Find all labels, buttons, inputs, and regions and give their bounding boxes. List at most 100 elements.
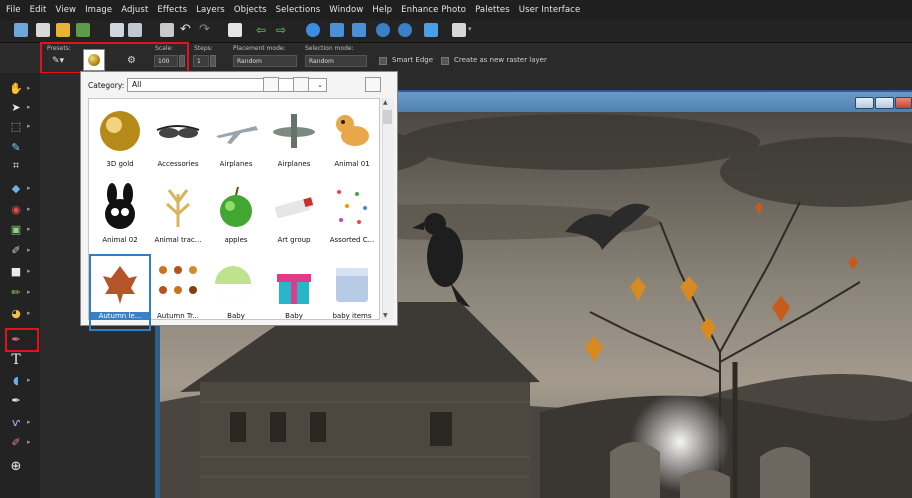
- preset-item[interactable]: Animal trac...: [149, 180, 207, 253]
- tool-flyout-arrow-icon[interactable]: ▸: [27, 268, 33, 275]
- layout-dropdown-arrow-icon[interactable]: ▾: [468, 25, 472, 33]
- raster-layer-checkbox[interactable]: [441, 57, 449, 65]
- paint-tube-icon: [274, 197, 314, 219]
- add-tool-icon[interactable]: ⊕: [9, 459, 23, 474]
- menu-item-image[interactable]: Image: [85, 5, 112, 15]
- preset-item[interactable]: Art group: [265, 180, 323, 253]
- zoom-in-icon[interactable]: [376, 23, 390, 37]
- gold-sphere-icon: [100, 111, 140, 151]
- red-eye-tool-icon[interactable]: ◉: [9, 202, 23, 216]
- new-file-icon[interactable]: [14, 23, 28, 37]
- menu-item-window[interactable]: Window: [329, 5, 363, 15]
- preset-item-label: Baby: [285, 312, 303, 320]
- tool-flyout-arrow-icon[interactable]: ▸: [27, 185, 33, 192]
- open-folder-icon[interactable]: [56, 23, 70, 37]
- save-as-icon[interactable]: [128, 23, 142, 37]
- save-icon[interactable]: [110, 23, 124, 37]
- menu-item-layers[interactable]: Layers: [196, 5, 225, 15]
- tool-flyout-arrow-icon[interactable]: ▸: [27, 247, 33, 254]
- preset-item[interactable]: Autumn Tr...: [149, 256, 207, 329]
- forward-arrow-icon[interactable]: ⇨: [276, 23, 290, 37]
- scrollbar-thumb[interactable]: [383, 110, 392, 124]
- steps-input[interactable]: 1: [193, 55, 209, 67]
- preset-item[interactable]: apples: [207, 180, 265, 253]
- menu-item-adjust[interactable]: Adjust: [121, 5, 148, 15]
- preset-item[interactable]: baby items: [323, 256, 381, 329]
- scratch-remover-icon[interactable]: ✐: [9, 243, 23, 257]
- vertical-scrollbar[interactable]: [382, 98, 394, 320]
- preset-item[interactable]: Airplanes: [265, 104, 323, 177]
- tool-flyout-arrow-icon[interactable]: ▸: [27, 226, 33, 233]
- straighten-tool-icon[interactable]: ◆: [9, 181, 23, 195]
- preset-item[interactable]: Assorted C...: [323, 180, 381, 253]
- preset-item[interactable]: Animal 02: [91, 180, 149, 253]
- restore-button[interactable]: [875, 97, 894, 109]
- undo-icon[interactable]: ↶: [180, 23, 194, 37]
- preset-item[interactable]: Baby: [207, 256, 265, 329]
- tool-flyout-arrow-icon[interactable]: ▸: [27, 206, 33, 213]
- preset-shape-tool-icon[interactable]: ◖: [9, 373, 23, 387]
- preset-item[interactable]: Airplanes: [207, 104, 265, 177]
- tool-flyout-arrow-icon[interactable]: ▸: [27, 123, 33, 130]
- preset-item[interactable]: Baby: [265, 256, 323, 329]
- tool-flyout-arrow-icon[interactable]: ▸: [27, 104, 33, 111]
- preset-item[interactable]: Animal 01: [323, 104, 381, 177]
- placement-mode-select[interactable]: Random: [233, 55, 297, 67]
- menu-item-objects[interactable]: Objects: [234, 5, 267, 15]
- smart-edge-checkbox[interactable]: [379, 57, 387, 65]
- grid-view-button[interactable]: [365, 77, 381, 92]
- info-icon[interactable]: [306, 23, 320, 37]
- scroll-down-icon[interactable]: ▼: [383, 312, 388, 319]
- actual-size-icon[interactable]: [352, 23, 366, 37]
- grid-icon[interactable]: [36, 23, 50, 37]
- print-icon[interactable]: [160, 23, 174, 37]
- scroll-up-icon[interactable]: ▲: [383, 99, 388, 106]
- menu-item-edit[interactable]: Edit: [30, 5, 47, 15]
- edit-icon[interactable]: [228, 23, 242, 37]
- pick-tool-icon[interactable]: ➤: [9, 100, 23, 114]
- minimize-button[interactable]: [855, 97, 874, 109]
- image-icon[interactable]: [76, 23, 90, 37]
- menu-item-help[interactable]: Help: [372, 5, 392, 15]
- tool-flyout-arrow-icon[interactable]: ▸: [27, 439, 33, 446]
- selection-mode-select[interactable]: Random: [305, 55, 367, 67]
- crop-tool-icon[interactable]: ⌗: [9, 159, 23, 173]
- import-preset-button[interactable]: [263, 77, 279, 92]
- screen-capture-icon[interactable]: [424, 23, 438, 37]
- paint-brush-tool-icon[interactable]: ✏: [9, 285, 23, 299]
- back-arrow-icon[interactable]: ⇦: [256, 23, 270, 37]
- eraser-tool-icon[interactable]: ✐: [9, 435, 23, 449]
- preset-item[interactable]: 3D gold: [91, 104, 149, 177]
- menu-item-user-interface[interactable]: User Interface: [519, 5, 581, 15]
- zoom-out-icon[interactable]: [398, 23, 412, 37]
- text-tool-icon[interactable]: T: [9, 352, 23, 368]
- menu-item-enhance-photo[interactable]: Enhance Photo: [401, 5, 466, 15]
- clone-tool-icon[interactable]: ▣: [9, 222, 23, 236]
- tool-flyout-arrow-icon[interactable]: ▸: [27, 377, 33, 384]
- preset-item[interactable]: Accessories: [149, 104, 207, 177]
- dropper-tool-icon[interactable]: ✎: [9, 140, 23, 154]
- makeover-tool-icon[interactable]: ■: [9, 264, 23, 278]
- tool-flyout-arrow-icon[interactable]: ▸: [27, 310, 33, 317]
- menu-item-selections[interactable]: Selections: [276, 5, 321, 15]
- fit-window-icon[interactable]: [330, 23, 344, 37]
- menu-item-view[interactable]: View: [56, 5, 77, 15]
- menu-item-palettes[interactable]: Palettes: [475, 5, 510, 15]
- menu-item-effects[interactable]: Effects: [157, 5, 187, 15]
- warp-brush-tool-icon[interactable]: ⱱ: [9, 415, 23, 429]
- pan-tool-icon[interactable]: ✋: [9, 81, 23, 95]
- pen-tool-icon[interactable]: ✒: [9, 393, 23, 407]
- preset-item[interactable]: Autumn le...: [89, 254, 151, 331]
- tool-flyout-arrow-icon[interactable]: ▸: [27, 85, 33, 92]
- steps-stepper[interactable]: [210, 55, 216, 67]
- fill-tool-icon[interactable]: ◕: [9, 306, 23, 320]
- close-button[interactable]: [895, 97, 912, 109]
- menu-item-file[interactable]: File: [6, 5, 21, 15]
- selection-tool-icon[interactable]: ⬚: [9, 119, 23, 133]
- save-preset-button[interactable]: [293, 77, 309, 92]
- tool-flyout-arrow-icon[interactable]: ▸: [27, 289, 33, 296]
- layout-icon[interactable]: [452, 23, 466, 37]
- tool-flyout-arrow-icon[interactable]: ▸: [27, 419, 33, 426]
- preset-item-label: Autumn le...: [91, 312, 149, 320]
- redo-icon[interactable]: ↷: [199, 23, 213, 37]
